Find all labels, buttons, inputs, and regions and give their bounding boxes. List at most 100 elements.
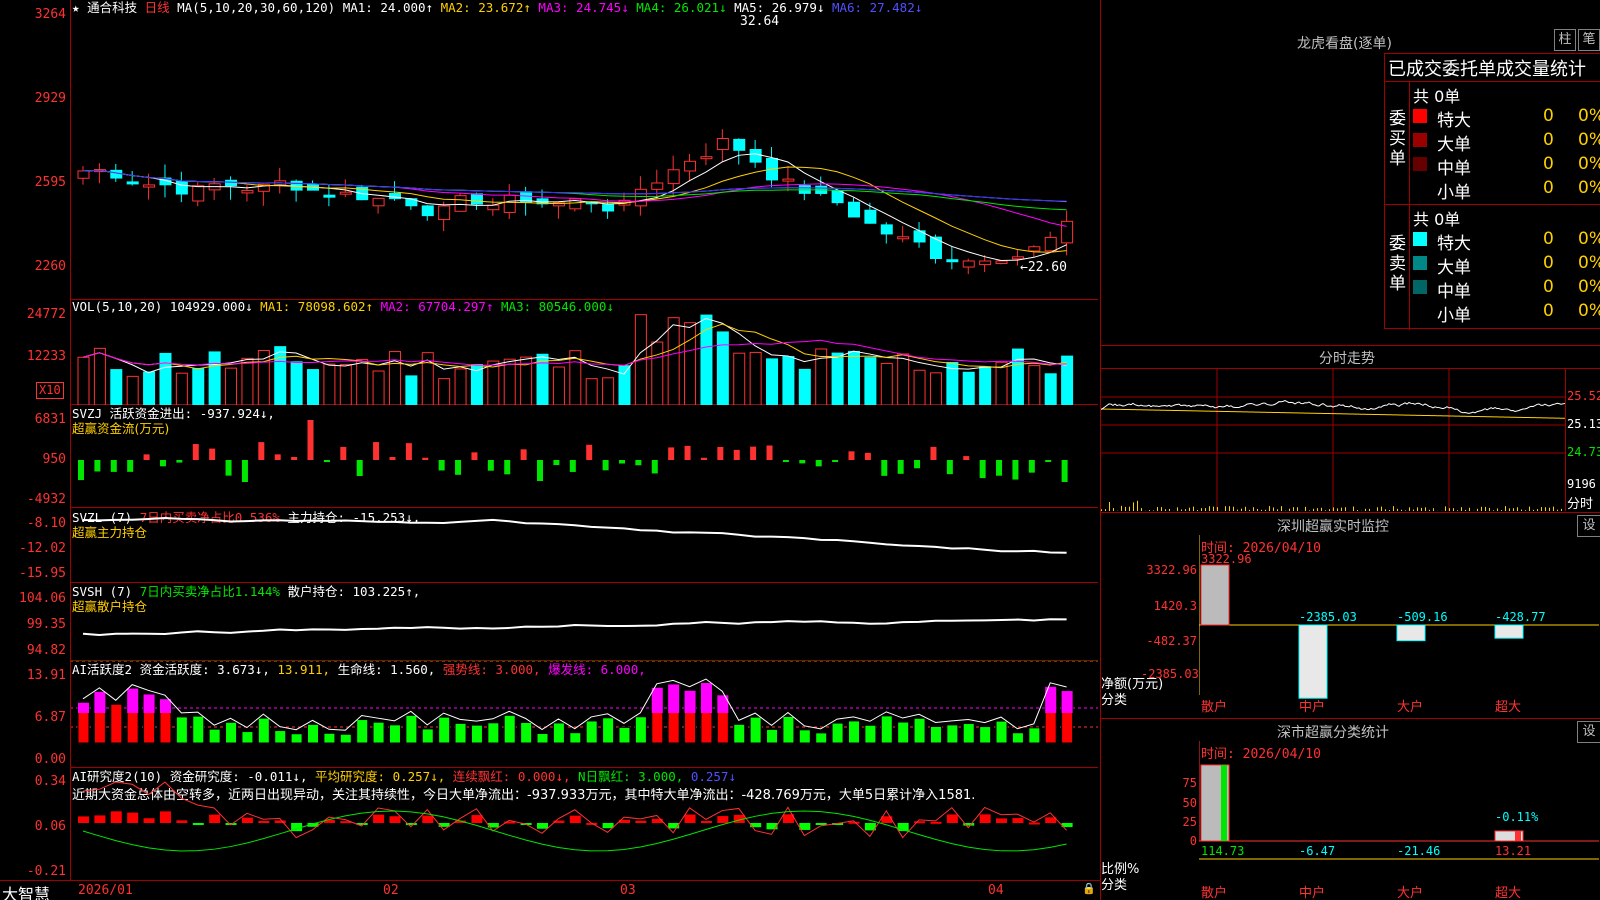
activity-bar — [913, 717, 926, 744]
ai1-pane[interactable] — [70, 661, 1098, 768]
activity-bar-top — [700, 683, 712, 713]
cls-box[interactable]: 深市超赢分类统计 设 时间: 2026/04/10 75 50 25 0 比例%… — [1101, 718, 1600, 900]
intraday-vol-bar — [1121, 505, 1122, 511]
ratio-value: -21.46 — [1397, 844, 1440, 858]
holding-line — [82, 516, 1067, 554]
intraday-y-tick: 25.52 — [1567, 389, 1600, 403]
flow-bar — [455, 460, 462, 475]
candle — [864, 209, 877, 224]
flow-bar — [602, 460, 609, 471]
svsh-chart[interactable] — [70, 583, 1098, 661]
activity-bar — [962, 723, 975, 744]
cls-y-tick: 0 — [1189, 834, 1197, 848]
svzj-pane[interactable] — [70, 405, 1098, 508]
activity-bar — [487, 722, 500, 744]
intraday-y-tick: 24.73 — [1567, 445, 1600, 459]
volume-bar — [798, 368, 811, 405]
candle — [438, 205, 451, 221]
vol-y-tick: 24772 — [26, 307, 66, 322]
candle — [77, 170, 90, 179]
flow-bar — [258, 442, 265, 460]
lock-icon[interactable]: 🔒 — [1082, 882, 1096, 895]
volume-bar — [372, 370, 385, 405]
svzl-pane[interactable] — [70, 508, 1098, 583]
intraday-vol-bar — [1277, 509, 1278, 511]
intraday-vol-bar — [1405, 510, 1406, 511]
flow-bar — [291, 457, 298, 460]
order-row-count: 0 — [1543, 178, 1554, 198]
sz-chart[interactable]: 3322.96 散户 -2385.03 中户 -509.16 大户 -428.77 超大 — [1199, 535, 1599, 715]
order-row: 中单 0 0% — [1413, 154, 1600, 179]
volume-bar — [175, 372, 188, 405]
ai1-chart[interactable] — [70, 661, 1098, 768]
kline-pane[interactable]: 32.64 ←22.60 — [70, 0, 1098, 300]
intraday-vol-bar — [1137, 500, 1138, 511]
order-row-count: 0 — [1543, 106, 1554, 126]
svzj-chart[interactable] — [70, 405, 1098, 508]
intraday-vol-bar — [1357, 510, 1358, 511]
kline-chart[interactable] — [70, 0, 1098, 300]
flow-bar — [471, 452, 478, 460]
activity-bar — [307, 723, 320, 744]
cls-chart[interactable]: 114.73 散户 -6.47 中户 -21.46 大户 13.21 超大 -0.11% — [1199, 741, 1599, 900]
research-bar — [815, 823, 827, 825]
flow-bar — [799, 460, 806, 464]
order-row-label: 中单 — [1437, 282, 1471, 302]
activity-bar-top — [94, 691, 106, 713]
flow-bar — [569, 460, 576, 472]
sz-monitor-box[interactable]: 深圳超赢实时监控 设 时间: 2026/04/10 3322.96 1420.3… — [1101, 512, 1600, 718]
x-axis: 大智慧 2026/01 02 03 04 🔒 — [0, 880, 1100, 900]
volume-pane[interactable] — [70, 300, 1098, 405]
ai2-pane[interactable] — [70, 768, 1098, 880]
intraday-box[interactable]: 分时走势 25.52 25.13 24.73 9196 分时 — [1101, 345, 1600, 512]
intraday-vol-bar — [1241, 508, 1242, 511]
intraday-vol-bar — [1181, 509, 1182, 511]
order-row-label: 特大 — [1437, 234, 1471, 254]
intraday-vol-bar — [1469, 507, 1470, 511]
intraday-vol-bar — [1533, 509, 1534, 511]
order-row: 特大 0 0% — [1413, 229, 1600, 254]
ai2-chart[interactable] — [70, 768, 1098, 880]
kline-y-tick: 2260 — [34, 259, 66, 274]
intraday-title: 分时走势 — [1319, 351, 1375, 367]
flow-bar — [520, 449, 527, 460]
flow-bar — [356, 460, 363, 477]
intraday-chart[interactable] — [1101, 369, 1565, 511]
sz-settings-button[interactable]: 设 — [1577, 515, 1600, 537]
tick-view-button[interactable]: 笔 — [1578, 29, 1600, 51]
intraday-vol-bar — [1537, 509, 1538, 511]
flow-bar — [225, 460, 232, 476]
svsh-pane[interactable] — [70, 583, 1098, 661]
svzl-chart[interactable] — [70, 508, 1098, 583]
net-bar — [1200, 564, 1230, 626]
intraday-vol-bar — [1273, 507, 1274, 511]
activity-bar — [749, 716, 762, 744]
intraday-vol-bar — [1445, 506, 1446, 511]
order-row: 特大 0 0% — [1413, 106, 1600, 131]
activity-bar — [405, 714, 418, 744]
cls-settings-button[interactable]: 设 — [1577, 721, 1600, 743]
column-view-button[interactable]: 柱 — [1554, 29, 1576, 51]
intraday-vol-bar — [1397, 508, 1398, 511]
volume-chart[interactable] — [70, 300, 1098, 405]
flow-bar — [766, 445, 773, 460]
activity-bar-top — [127, 688, 139, 713]
color-swatch — [1413, 181, 1427, 195]
activity-bar — [847, 720, 860, 744]
intraday-vol-bar — [1481, 506, 1482, 511]
intraday-vol-bar — [1557, 509, 1558, 511]
activity-bar — [946, 724, 959, 744]
activity-bar — [815, 732, 828, 744]
activity-bar — [388, 724, 401, 744]
flow-bar — [127, 460, 134, 472]
intraday-vol-bar — [1505, 506, 1506, 511]
volume-bar — [880, 362, 893, 405]
candle — [241, 189, 254, 194]
activity-bar — [798, 729, 811, 744]
intraday-vol-bar — [1425, 507, 1426, 511]
flow-bar — [78, 460, 84, 481]
volume-bar — [438, 378, 451, 405]
activity-bar — [634, 716, 647, 744]
intraday-vol-bar — [1209, 506, 1210, 511]
flow-bar — [586, 444, 593, 460]
